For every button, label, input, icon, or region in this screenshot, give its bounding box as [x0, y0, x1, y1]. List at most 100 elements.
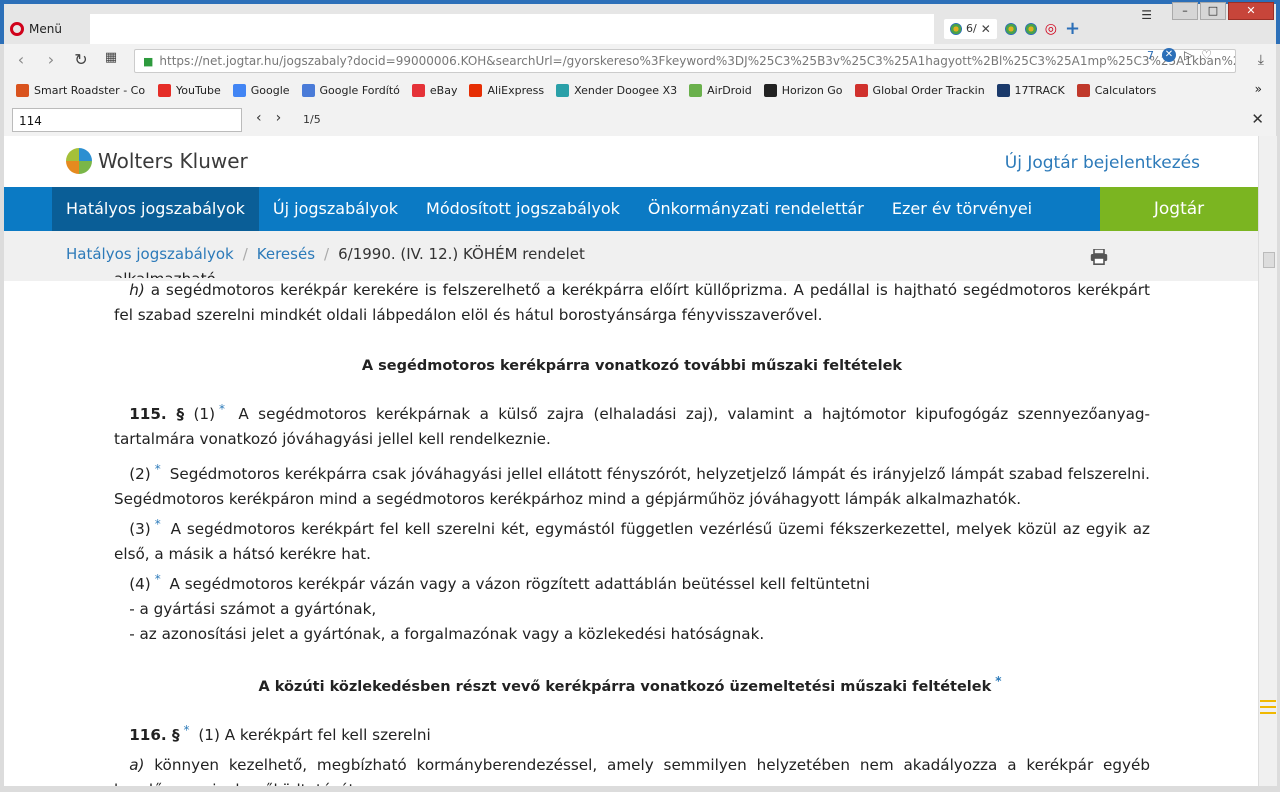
breadcrumb-link[interactable]: Hatályos jogszabályok [66, 245, 234, 263]
breadcrumb-current: 6/1990. (IV. 12.) KÖHÉM rendelet [338, 245, 585, 263]
tab-menu-icon[interactable]: ☰ [1141, 8, 1152, 22]
window-controls: – □ ✕ [1172, 2, 1274, 20]
tab-close-icon[interactable]: ✕ [981, 22, 991, 36]
bookmark-item[interactable]: eBay [411, 83, 458, 97]
aliexpress-icon [469, 83, 483, 97]
item-label: h) [129, 281, 145, 299]
xender-icon [556, 83, 570, 97]
opera-logo-icon [10, 22, 24, 36]
bookmarks-more-icon[interactable]: » [1255, 82, 1262, 96]
paragraph-text: (1) A kerékpárt fel kell szerelni [198, 726, 431, 745]
bookmark-item[interactable]: Google [232, 83, 290, 97]
paragraph-text: a segédmotoros kerékpár kerekére is fels… [114, 281, 1150, 324]
url-text: https://net.jogtar.hu/jogszabaly?docid=9… [159, 54, 1236, 68]
send-icon[interactable]: ▷ [1184, 48, 1193, 62]
paragraph: 116. § * (1) A kerékpárt fel kell szereln… [114, 718, 1150, 748]
bookmark-item[interactable]: YouTube [158, 83, 221, 97]
find-prev-icon[interactable]: ‹ [256, 110, 262, 126]
url-badge: 7 [1147, 48, 1154, 62]
bookmark-item[interactable]: Global Order Tracking [854, 83, 985, 97]
bookmark-label: eBay [429, 83, 458, 97]
tab-active[interactable]: 6/ ✕ [944, 18, 997, 39]
maximize-icon[interactable]: □ [1200, 2, 1226, 20]
menu-label: Menü [29, 22, 62, 36]
bookmark-item[interactable]: AirDroid [689, 83, 752, 97]
tabs: 6/ ✕ ◎ + [944, 18, 1080, 39]
minimize-icon[interactable]: – [1172, 2, 1198, 20]
lock-icon: ■ [143, 55, 154, 68]
tab-preview-area [90, 14, 934, 44]
find-close-icon[interactable]: ✕ [1251, 110, 1264, 128]
bookmark-label: Calculators [1094, 83, 1157, 97]
site-logo[interactable]: Wolters Kluwer [66, 148, 248, 174]
find-bar: 114 ‹ › 1/5 ✕ [4, 104, 1276, 137]
ebay-icon [411, 83, 425, 97]
tab-strip: Menü 6/ ✕ ◎ + ☰ [4, 4, 1276, 44]
footnote-star[interactable]: * [155, 517, 161, 531]
bookmark-item[interactable]: Xender Doogee X3 [556, 83, 678, 97]
tab-favicon-icon[interactable] [1004, 22, 1017, 35]
document-body: alkalmazható, h) a segédmotoros kerékpár… [114, 270, 1150, 786]
find-highlight-marker [1260, 712, 1276, 714]
find-next-icon[interactable]: › [276, 110, 282, 126]
paragraph: (2) * Segédmotoros kerékpárra csak jóváha… [114, 457, 1150, 512]
nav-uj[interactable]: Új jogszabályok [259, 187, 412, 231]
page-scrollbar[interactable] [1258, 136, 1277, 786]
url-field[interactable]: ■ https://net.jogtar.hu/jogszabaly?docid=… [134, 49, 1236, 73]
bookmark-item[interactable]: Google Fordító [301, 83, 400, 97]
heart-icon[interactable]: ♡ [1201, 48, 1212, 62]
17track-icon [996, 83, 1010, 97]
paragraph: 115. § (1) * A segédmotoros kerékpárnak a… [114, 397, 1150, 452]
bookmark-label: YouTube [176, 83, 221, 97]
speed-dial-icon[interactable]: ▦ [102, 50, 120, 69]
back-icon[interactable]: ‹ [12, 50, 30, 69]
clear-icon[interactable]: ✕ [1162, 48, 1176, 62]
logo-text: Wolters Kluwer [98, 149, 248, 173]
jogtar-button[interactable]: Jogtár [1100, 187, 1258, 231]
opera-swirl-icon[interactable]: ◎ [1045, 21, 1057, 37]
close-window-icon[interactable]: ✕ [1228, 2, 1274, 20]
new-tab-icon[interactable]: + [1065, 18, 1080, 39]
footnote-star[interactable]: * [995, 674, 1001, 688]
print-icon[interactable] [1090, 249, 1108, 265]
translate-icon [301, 83, 315, 97]
nav-hatalyos[interactable]: Hatályos jogszabályok [52, 187, 259, 231]
footnote-star[interactable]: * [155, 572, 161, 586]
find-nav: ‹ › [256, 110, 281, 126]
bookmark-item[interactable]: AliExpress [469, 83, 545, 97]
download-icon[interactable]: ⤓ [1258, 52, 1264, 68]
bookmark-label: Xender Doogee X3 [574, 83, 678, 97]
bookmark-label: AliExpress [487, 83, 545, 97]
reload-icon[interactable]: ↻ [72, 50, 90, 69]
wolters-kluwer-logo-icon [66, 148, 92, 174]
section-number: 116. § [129, 726, 180, 745]
section-number: 115. § [129, 405, 185, 424]
bookmark-item[interactable]: Horizon Go [763, 83, 843, 97]
paragraph-number: (3) [129, 520, 151, 539]
opera-menu-button[interactable]: Menü [10, 18, 62, 40]
section-heading: A segédmotoros kerékpárra vonatkozó tová… [361, 358, 903, 374]
footnote-star[interactable]: * [184, 723, 190, 737]
web-page: Wolters Kluwer Új Jogtár bejelentkezés H… [4, 136, 1258, 786]
tab-favicon-icon[interactable] [1024, 22, 1037, 35]
heading-text: A közúti közlekedésben részt vevő kerékp… [258, 679, 992, 696]
bookmark-label: Google [250, 83, 290, 97]
footnote-star[interactable]: * [155, 462, 161, 476]
paragraph-text: könnyen kezelhető, megbízható kormányber… [114, 756, 1150, 786]
nav-ezer-ev[interactable]: Ezer év törvényei [878, 187, 1046, 231]
scrollbar-thumb[interactable] [1263, 252, 1275, 268]
paragraph-number: (2) [129, 465, 151, 484]
bookmark-item[interactable]: Calculators [1076, 83, 1157, 97]
nav-onkormanyzati[interactable]: Önkormányzati rendelettár [634, 187, 878, 231]
tracking-icon [854, 83, 868, 97]
forward-icon[interactable]: › [42, 50, 60, 69]
login-link[interactable]: Új Jogtár bejelentkezés [1005, 153, 1200, 173]
bookmark-item[interactable]: 17TRACK [996, 83, 1065, 97]
footnote-star[interactable]: * [219, 402, 225, 416]
google-icon [232, 83, 246, 97]
breadcrumb-link[interactable]: Keresés [257, 245, 315, 263]
bookmark-item[interactable]: Smart Roadster - Cor [16, 83, 146, 97]
paragraph: h) a segédmotoros kerékpár kerekére is f… [114, 278, 1150, 328]
find-input[interactable]: 114 [12, 108, 242, 132]
nav-modositott[interactable]: Módosított jogszabályok [412, 187, 634, 231]
